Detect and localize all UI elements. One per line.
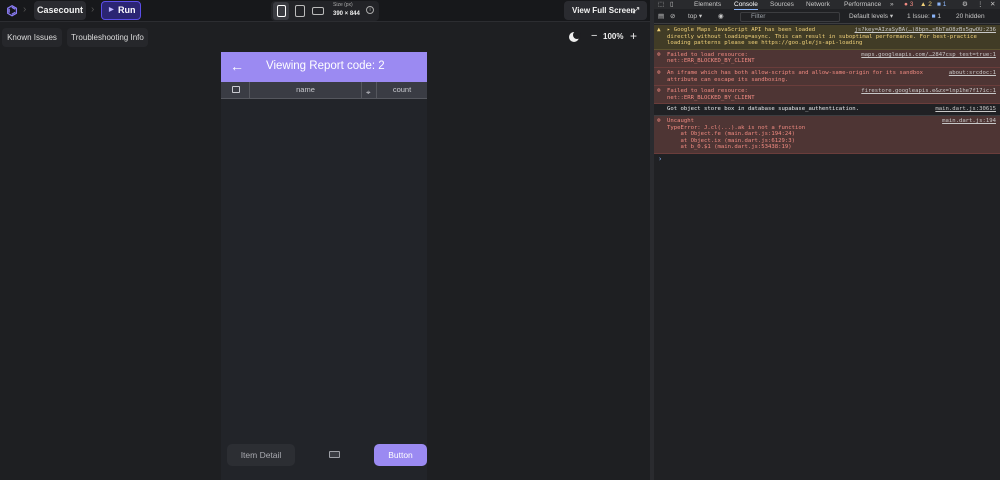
- stack-frame-line[interactable]: at b_0.$1 (main.dart.js:53438:19): [667, 144, 996, 151]
- inspect-icon[interactable]: ⬚: [658, 0, 664, 9]
- tablet-icon: [295, 5, 305, 17]
- error-icon: ⊗: [657, 87, 661, 95]
- keyboard-icon[interactable]: [329, 451, 340, 458]
- hidden-messages-count: 20 hidden: [956, 13, 985, 20]
- sidebar-toggle-icon[interactable]: ▤: [658, 12, 664, 22]
- filter-placeholder: Filter: [751, 13, 766, 20]
- column-image[interactable]: [221, 82, 250, 98]
- devtools-tabs: ⬚ ▯ Elements Console Sources Network Per…: [654, 0, 1000, 10]
- zoom-in-button[interactable]: +: [630, 29, 637, 43]
- message-line: net::ERR_BLOCKED_BY_CLIENT: [667, 58, 755, 65]
- clear-console-icon[interactable]: ⊘: [670, 12, 675, 22]
- close-icon[interactable]: ✕: [990, 0, 995, 9]
- error-icon: ⊗: [657, 50, 661, 58]
- context-selector[interactable]: top ▾: [688, 12, 702, 22]
- column-count[interactable]: count: [377, 82, 427, 98]
- zoom-level: 100%: [603, 32, 624, 41]
- app-bar: ← Viewing Report code: 2: [221, 52, 427, 82]
- troubleshooting-info-button[interactable]: Troubleshooting Info: [67, 28, 148, 47]
- known-issues-button[interactable]: Known Issues: [2, 28, 62, 47]
- tab-elements[interactable]: Elements: [694, 0, 721, 9]
- tab-performance[interactable]: Performance: [844, 0, 881, 9]
- tablet-device-button[interactable]: [292, 2, 308, 20]
- zoom-controls: − 100% +: [563, 28, 643, 47]
- console-message-error[interactable]: ⊗ main.dart.js:194 Uncaught TypeError: J…: [654, 115, 1000, 154]
- message-line: TypeError: J.cl(...).ak is not a functio…: [667, 124, 806, 131]
- full-screen-label: View Full Screen: [572, 6, 636, 15]
- message-source-link[interactable]: js?key=AIzaSyBA(…)8bpn…s6bTaO8zBs5gwOU:2…: [855, 27, 996, 34]
- play-icon: ▶: [109, 7, 114, 13]
- back-arrow-icon[interactable]: ←: [230, 58, 244, 74]
- desktop-icon: [312, 7, 324, 15]
- console-message-info[interactable]: main.dart.js:30615 Got object store box …: [654, 104, 1000, 116]
- table-header: name ⌖ count: [221, 82, 427, 99]
- top-toolbar: ⌬ › Casecount › ▶ Run Size (px) 390 × 84…: [0, 0, 650, 22]
- dark-mode-icon[interactable]: [569, 31, 581, 42]
- kebab-menu-icon[interactable]: ⋮: [977, 0, 984, 9]
- stack-frame-line[interactable]: at Object.fe (main.dart.js:194:24): [667, 131, 996, 138]
- tab-sources[interactable]: Sources: [770, 0, 794, 9]
- item-detail-button[interactable]: Item Detail: [227, 444, 295, 466]
- phone-device-button[interactable]: [273, 2, 289, 20]
- page-title: Viewing Report code: 2: [266, 60, 385, 72]
- tab-console[interactable]: Console: [734, 0, 758, 10]
- console-message-error[interactable]: ⊗ about:srcdoc:1 An iframe which has bot…: [654, 67, 1000, 87]
- console-prompt[interactable]: ›: [654, 154, 1000, 165]
- tab-network[interactable]: Network: [806, 0, 830, 9]
- project-button[interactable]: Casecount: [34, 1, 86, 20]
- error-count-badge[interactable]: ● 3: [904, 0, 913, 9]
- app-logo-icon[interactable]: ⌬: [4, 3, 20, 19]
- message-source-link[interactable]: main.dart.js:194: [942, 118, 996, 125]
- live-expression-eye-icon[interactable]: ◉: [718, 12, 724, 22]
- desktop-device-button[interactable]: [310, 2, 326, 20]
- console-message-error[interactable]: ⊗ firestore.googleapis.e&zx=lnp1he7f17ic…: [654, 86, 1000, 105]
- flutterflow-app: ⌬ › Casecount › ▶ Run Size (px) 390 × 84…: [0, 0, 650, 480]
- message-source-link[interactable]: firestore.googleapis.e&zx=lnp1he7f17ic:1: [861, 88, 996, 95]
- zoom-out-button[interactable]: −: [591, 30, 597, 42]
- warning-count-badge[interactable]: ▲ 2: [920, 0, 932, 9]
- size-label: Size (px): [333, 2, 353, 8]
- column-location[interactable]: ⌖: [362, 82, 377, 98]
- location-pin-icon: ⌖: [366, 88, 371, 97]
- warning-icon: ▲: [657, 26, 661, 33]
- primary-button[interactable]: Button: [374, 444, 427, 466]
- column-name[interactable]: name: [250, 82, 362, 98]
- message-line: loading patterns please see https://goo.…: [667, 40, 863, 47]
- image-icon: [232, 86, 240, 93]
- console-toolbar: ▤ ⊘ top ▾ ◉ Filter Default levels ▾ 1 Is…: [654, 10, 1000, 24]
- info-count-badge[interactable]: ■ 1: [937, 0, 946, 9]
- error-icon: ⊗: [657, 116, 661, 124]
- chevron-right-icon: ›: [23, 4, 27, 15]
- message-line: An iframe which has both allow-scripts a…: [667, 69, 923, 76]
- message-source-link[interactable]: main.dart.js:30615: [935, 106, 996, 113]
- error-icon: ⊗: [657, 68, 661, 76]
- log-levels-dropdown[interactable]: Default levels ▾: [849, 12, 893, 22]
- console-messages: ▲ js?key=AIzaSyBA(…)8bpn…s6bTaO8zBs5gwOU…: [654, 25, 1000, 165]
- more-tabs-button[interactable]: »: [890, 0, 894, 9]
- phone-icon: [277, 5, 286, 17]
- message-source-link[interactable]: maps.googleapis.com/…2847csp_test=true:1: [861, 52, 996, 59]
- run-button[interactable]: ▶ Run: [101, 1, 141, 20]
- message-line: attribute can escape its sandboxing.: [667, 76, 789, 83]
- device-toggle-icon[interactable]: ▯: [670, 0, 674, 9]
- expand-icon: ⤢: [632, 6, 639, 15]
- settings-gear-icon[interactable]: ⚙: [962, 0, 968, 9]
- message-line: directly without loading=async. This can…: [667, 33, 977, 40]
- device-selector: Size (px) 390 × 844 i: [271, 1, 379, 21]
- bottom-actions: Item Detail Button: [221, 443, 427, 467]
- run-label: Run: [118, 5, 136, 15]
- console-message-error[interactable]: ⊗ maps.googleapis.com/…2847csp_test=true…: [654, 49, 1000, 68]
- size-value: 390 × 844: [333, 11, 360, 17]
- phone-preview: ← Viewing Report code: 2 name ⌖ count It…: [221, 52, 427, 480]
- chevron-right-icon: ›: [91, 4, 95, 15]
- console-message-warning[interactable]: ▲ js?key=AIzaSyBA(…)8bpn…s6bTaO8zBs5gwOU…: [654, 25, 1000, 50]
- message-line: net::ERR_BLOCKED_BY_CLIENT: [667, 94, 755, 101]
- devtools-panel: ⬚ ▯ Elements Console Sources Network Per…: [654, 0, 1000, 480]
- view-full-screen-button[interactable]: View Full Screen ⤢: [564, 1, 647, 20]
- filter-input[interactable]: Filter: [740, 12, 840, 22]
- stack-frame-line[interactable]: at Object.ix (main.dart.js:6129:3): [667, 138, 996, 145]
- info-icon[interactable]: i: [366, 6, 374, 14]
- message-source-link[interactable]: about:srcdoc:1: [949, 70, 996, 77]
- issues-button[interactable]: 1 Issue: ■ 1: [907, 12, 941, 22]
